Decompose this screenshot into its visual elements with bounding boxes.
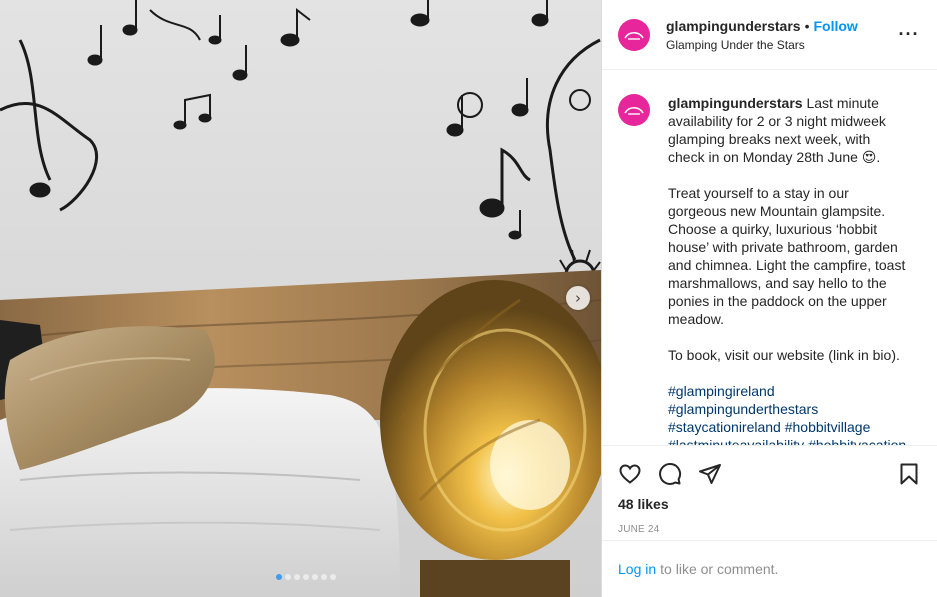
header-username[interactable]: glampingunderstars xyxy=(666,18,801,34)
comment-icon[interactable] xyxy=(658,462,682,486)
carousel-dot xyxy=(320,574,327,580)
caption-text: glampingunderstars Last minute availabil… xyxy=(668,94,908,445)
carousel-dot xyxy=(302,574,309,580)
likes-count[interactable]: 48 likes xyxy=(602,492,937,513)
action-bar xyxy=(602,446,937,492)
heart-icon[interactable] xyxy=(618,462,642,486)
logo-icon xyxy=(624,31,644,40)
header-separator: • xyxy=(804,17,810,34)
carousel-dot xyxy=(275,574,282,580)
login-link[interactable]: Log in xyxy=(618,561,656,577)
post-date[interactable]: JUNE 24 xyxy=(602,513,937,537)
carousel-dot xyxy=(293,574,300,580)
login-prompt: Log in to like or comment. xyxy=(602,540,937,597)
carousel-dot xyxy=(329,574,336,580)
logo-icon xyxy=(624,106,644,115)
hashtag-link[interactable]: #lastminuteavailability #hobbitvacation xyxy=(668,436,908,445)
location-link[interactable]: Glamping Under the Stars xyxy=(666,37,897,53)
more-options-icon[interactable]: ··· xyxy=(897,24,921,45)
hashtag-list: #glampingireland #glampingunderthestars … xyxy=(668,382,908,445)
hashtag-link[interactable]: #staycationireland #hobbitvillage xyxy=(668,418,908,436)
hashtag-link[interactable]: #glampingireland xyxy=(668,382,908,400)
post-header: glampingunderstars • Follow Glamping Under… xyxy=(602,0,937,70)
bookmark-icon[interactable] xyxy=(897,462,921,486)
login-prompt-text: to like or comment. xyxy=(660,561,779,577)
instagram-post: › glampingunderstars • Follow Glamping U… xyxy=(0,0,937,597)
caption-paragraph-2: Treat yourself to a stay in our gorgeous… xyxy=(668,185,906,327)
caption-paragraph-3: To book, visit our website (link in bio)… xyxy=(668,347,900,363)
carousel-indicator xyxy=(0,574,601,580)
carousel-dot xyxy=(311,574,318,580)
caption-avatar[interactable] xyxy=(618,94,650,126)
avatar[interactable] xyxy=(618,18,650,51)
carousel-next-button[interactable]: › xyxy=(566,286,590,310)
chevron-right-icon: › xyxy=(575,288,581,307)
bedroom-photo xyxy=(0,0,601,597)
hashtag-link[interactable]: #glampingunderthestars xyxy=(668,400,908,418)
post-sidebar: glampingunderstars • Follow Glamping Under… xyxy=(601,0,937,597)
post-image[interactable]: › xyxy=(0,0,601,597)
follow-button[interactable]: Follow xyxy=(814,18,858,34)
caption-section: glampingunderstars Last minute availabil… xyxy=(602,70,937,446)
paper-plane-icon[interactable] xyxy=(698,462,722,486)
caption-username[interactable]: glampingunderstars xyxy=(668,95,803,111)
carousel-dot xyxy=(284,574,291,580)
